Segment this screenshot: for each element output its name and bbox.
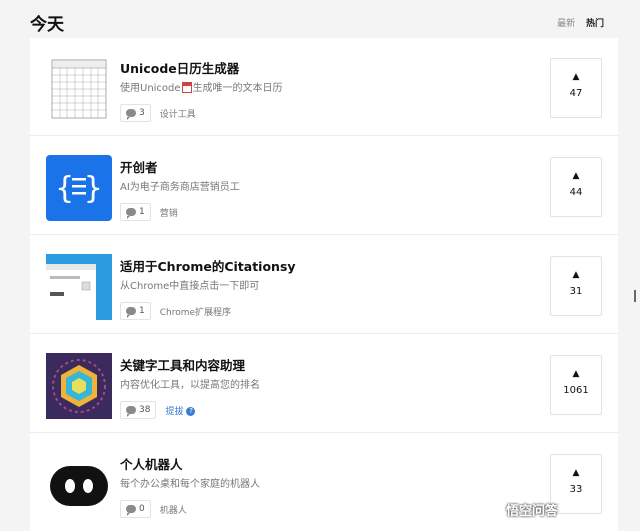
desc-text-suffix: 生成唯一的文本日历 bbox=[192, 83, 283, 94]
comment-button[interactable]: 1 bbox=[120, 302, 151, 320]
topic-tag[interactable]: 设计工具 bbox=[160, 107, 196, 120]
comment-button[interactable]: 3 bbox=[120, 104, 151, 122]
topic-tag[interactable]: 提拔? bbox=[165, 404, 196, 417]
topic-tag[interactable]: Chrome扩展程序 bbox=[160, 305, 231, 318]
vote-count: 31 bbox=[569, 286, 583, 297]
upvote-arrow-icon: ▲ bbox=[572, 369, 580, 379]
comment-count: 0 bbox=[139, 504, 145, 514]
browser-screenshot-icon[interactable] bbox=[46, 254, 112, 320]
promoted-label: 提拔 bbox=[165, 406, 184, 417]
calendar-emoji-icon bbox=[181, 82, 192, 93]
product-name[interactable]: Unicode日历生成器 bbox=[120, 58, 239, 77]
product-meta: 3 设计工具 bbox=[120, 104, 196, 122]
help-icon[interactable]: ? bbox=[186, 406, 196, 416]
product-description: 使用Unicode 生成唯一的文本日历 bbox=[120, 79, 283, 94]
upvote-button[interactable]: ▲ 31 bbox=[550, 256, 602, 316]
product-item[interactable]: 关键字工具和内容助理 内容优化工具，以提高您的排名 38 提拔? ▲ 1061 bbox=[30, 335, 618, 433]
tab-popular[interactable]: 热门 bbox=[586, 19, 604, 29]
robot-face-icon[interactable] bbox=[46, 452, 112, 518]
product-item[interactable]: Unicode日历生成器 使用Unicode 生成唯一的文本日历 3 设计工具 ▲… bbox=[30, 38, 618, 136]
product-item[interactable]: 适用于Chrome的Citationsy 从Chrome中直接点击一下即可 1 … bbox=[30, 236, 618, 334]
upvote-arrow-icon: ▲ bbox=[572, 468, 580, 478]
svg-text:{ }: { } bbox=[55, 171, 103, 206]
upvote-button[interactable]: ▲ 47 bbox=[550, 58, 602, 118]
comment-icon bbox=[126, 109, 136, 120]
product-description: 内容优化工具，以提高您的排名 bbox=[120, 380, 260, 391]
upvote-arrow-icon: ▲ bbox=[572, 171, 580, 181]
product-description: 每个办公桌和每个家庭的机器人 bbox=[120, 479, 260, 490]
upvote-button[interactable]: ▲ 44 bbox=[550, 157, 602, 217]
comment-count: 3 bbox=[139, 108, 145, 118]
product-name[interactable]: 适用于Chrome的Citationsy bbox=[120, 256, 296, 275]
product-meta: 38 提拔? bbox=[120, 401, 196, 419]
upvote-button[interactable]: ▲ 1061 bbox=[550, 355, 602, 415]
comment-button[interactable]: 0 bbox=[120, 500, 151, 518]
product-list: Unicode日历生成器 使用Unicode 生成唯一的文本日历 3 设计工具 ▲… bbox=[30, 38, 618, 531]
vote-count: 44 bbox=[569, 187, 583, 198]
tab-latest[interactable]: 最新 bbox=[557, 19, 575, 29]
product-name[interactable]: 关键字工具和内容助理 bbox=[120, 355, 245, 374]
vote-count: 1061 bbox=[563, 385, 589, 396]
topic-tag[interactable]: 营销 bbox=[160, 206, 178, 219]
comment-button[interactable]: 1 bbox=[120, 203, 151, 221]
product-name[interactable]: 个人机器人 bbox=[120, 454, 183, 473]
comment-icon bbox=[126, 208, 136, 219]
product-item[interactable]: { } 开创者 AI为电子商务商店营销员工 1 营销 ▲ 44 bbox=[30, 137, 618, 235]
product-description: 从Chrome中直接点击一下即可 bbox=[120, 281, 260, 292]
comment-button[interactable]: 38 bbox=[120, 401, 157, 419]
hexagon-cube-icon[interactable] bbox=[46, 353, 112, 419]
scroll-handle[interactable] bbox=[634, 290, 636, 302]
comment-icon bbox=[126, 406, 136, 417]
sort-tabs: 最新 热门 bbox=[549, 16, 604, 29]
product-description: AI为电子商务商店营销员工 bbox=[120, 182, 240, 193]
comment-count: 38 bbox=[139, 405, 151, 415]
upvote-arrow-icon: ▲ bbox=[572, 270, 580, 280]
topic-tag[interactable]: 机器人 bbox=[160, 503, 187, 516]
page-title: 今天 bbox=[30, 15, 64, 35]
vote-count: 47 bbox=[569, 88, 583, 99]
product-meta: 1 营销 bbox=[120, 203, 178, 221]
comment-count: 1 bbox=[139, 306, 145, 316]
vote-count: 33 bbox=[569, 484, 583, 495]
product-name[interactable]: 开创者 bbox=[120, 157, 158, 176]
desc-text: 使用Unicode bbox=[120, 83, 181, 94]
calendar-grid-icon[interactable] bbox=[46, 56, 112, 122]
product-meta: 0 机器人 bbox=[120, 500, 187, 518]
comment-count: 1 bbox=[139, 207, 145, 217]
product-feed: 今天 最新 热门 Unicode日历生成器 使用Unicode 生成唯一的文本日… bbox=[18, 0, 622, 531]
product-meta: 1 Chrome扩展程序 bbox=[120, 302, 231, 320]
comment-icon bbox=[126, 505, 136, 516]
watermark: 悟空问答 bbox=[506, 504, 559, 519]
braces-chat-icon[interactable]: { } bbox=[46, 155, 112, 221]
feed-header: 今天 最新 热门 bbox=[18, 4, 622, 36]
upvote-arrow-icon: ▲ bbox=[572, 72, 580, 82]
comment-icon bbox=[126, 307, 136, 318]
